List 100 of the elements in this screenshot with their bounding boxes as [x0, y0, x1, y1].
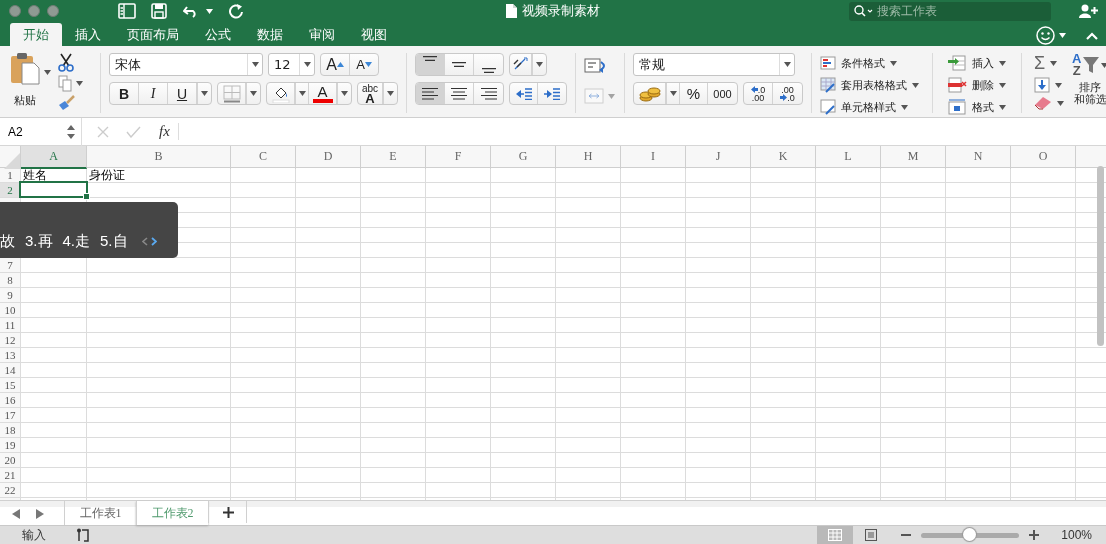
- caret-icon[interactable]: [251, 62, 259, 67]
- caret-icon[interactable]: [669, 91, 677, 96]
- horizontal-align-button[interactable]: [416, 83, 445, 104]
- fill-down-icon[interactable]: [1034, 77, 1050, 93]
- row-header[interactable]: 14: [0, 363, 20, 377]
- redo-icon[interactable]: [229, 3, 244, 19]
- candidate-item[interactable]: 故: [0, 231, 15, 251]
- ribbon-tab[interactable]: 审阅: [296, 23, 348, 46]
- candidate-item[interactable]: 3.再: [25, 231, 53, 251]
- eraser-icon[interactable]: [1034, 96, 1052, 110]
- sheet-tab[interactable]: 工作表2: [136, 501, 208, 525]
- wrap-text-icon[interactable]: [584, 58, 608, 74]
- selected-cell[interactable]: [19, 181, 88, 198]
- ribbon-tab[interactable]: 插入: [62, 23, 114, 46]
- caret-icon[interactable]: [901, 104, 908, 110]
- scroll-right-icon[interactable]: [36, 509, 44, 519]
- caret-icon[interactable]: [783, 62, 791, 67]
- vertical-align-button[interactable]: [416, 54, 445, 75]
- candidate-item[interactable]: 4.走: [62, 231, 91, 251]
- row-header[interactable]: 11: [0, 318, 20, 332]
- sidebar-icon[interactable]: [118, 3, 136, 19]
- font-name-field[interactable]: 宋体: [109, 53, 263, 76]
- caret-icon[interactable]: [890, 60, 897, 66]
- slider-thumb[interactable]: [963, 527, 977, 541]
- shrink-font-button[interactable]: A: [350, 54, 378, 75]
- decrease-decimal-button[interactable]: .00 .0: [773, 83, 802, 104]
- stepper-icon[interactable]: [67, 124, 75, 139]
- row-header[interactable]: 13: [0, 348, 20, 362]
- row-header[interactable]: 17: [0, 408, 20, 422]
- row-header[interactable]: 12: [0, 333, 20, 347]
- increase-decimal-button[interactable]: .0 .00: [744, 83, 773, 104]
- row-header[interactable]: 20: [0, 453, 20, 467]
- merge-cells-icon[interactable]: [584, 88, 604, 104]
- candidate-item[interactable]: 5.自: [100, 231, 128, 251]
- paste-button[interactable]: 粘贴: [8, 53, 42, 111]
- dropdown-arrow[interactable]: [197, 83, 211, 104]
- coins-icon[interactable]: [638, 85, 661, 102]
- font-size-field[interactable]: 12: [268, 53, 315, 76]
- row-header[interactable]: 18: [0, 423, 20, 437]
- row-header[interactable]: 19: [0, 438, 20, 452]
- caret-icon[interactable]: [912, 82, 919, 88]
- ribbon-tab[interactable]: 数据: [244, 23, 296, 46]
- row-header[interactable]: 9: [0, 288, 20, 302]
- scissors-icon[interactable]: [58, 53, 74, 72]
- sort-filter-button[interactable]: A Z 排序 和筛选: [1068, 53, 1106, 113]
- add-sheet-icon[interactable]: [223, 506, 234, 518]
- caret-icon[interactable]: [303, 62, 311, 67]
- row-header[interactable]: 7: [0, 258, 20, 272]
- caret-icon[interactable]: [341, 91, 348, 96]
- name-box[interactable]: A2: [0, 117, 82, 146]
- row-header[interactable]: 10: [0, 303, 20, 317]
- caret-icon[interactable]: [999, 104, 1006, 110]
- caret-icon[interactable]: [76, 81, 83, 86]
- scroll-left-icon[interactable]: [12, 509, 20, 519]
- style-menu-button[interactable]: 单元格样式: [820, 97, 924, 117]
- borders-icon[interactable]: [222, 84, 241, 103]
- row-header[interactable]: 2: [0, 183, 20, 197]
- dropdown-arrow[interactable]: [295, 83, 309, 104]
- cells-menu-button[interactable]: 删除: [947, 75, 1013, 95]
- caret-icon[interactable]: [1050, 61, 1058, 66]
- font-color-button[interactable]: A: [309, 83, 337, 104]
- insert-function-button[interactable]: fx: [159, 123, 179, 140]
- scrollbar-thumb[interactable]: [1097, 166, 1104, 346]
- row-header[interactable]: 22: [0, 483, 20, 497]
- previous-page-icon[interactable]: [141, 236, 148, 246]
- format-painter-icon[interactable]: [58, 95, 76, 111]
- zoom-in-icon[interactable]: [1029, 530, 1040, 540]
- search-field[interactable]: 搜索工作表: [849, 1, 1051, 21]
- cells-menu-button[interactable]: 格式: [947, 97, 1013, 117]
- style-menu-button[interactable]: 套用表格格式: [820, 75, 924, 95]
- caret-icon[interactable]: [298, 91, 306, 96]
- caret-icon[interactable]: [201, 91, 208, 96]
- smiley-icon[interactable]: [1036, 26, 1055, 45]
- caret-icon[interactable]: [999, 82, 1006, 88]
- caret-icon[interactable]: [250, 91, 257, 96]
- phonetic-button[interactable]: abc A: [358, 83, 383, 104]
- caret-icon[interactable]: [44, 70, 51, 75]
- dropdown-arrow[interactable]: [337, 83, 351, 104]
- save-icon[interactable]: [151, 3, 167, 19]
- cells-menu-button[interactable]: 插入: [947, 53, 1013, 73]
- row-header[interactable]: 21: [0, 468, 20, 482]
- italic-button[interactable]: I: [139, 83, 168, 104]
- style-menu-button[interactable]: 条件格式: [820, 53, 924, 73]
- ribbon-tab[interactable]: 页面布局: [114, 23, 192, 46]
- comma-style-button[interactable]: 000: [708, 83, 737, 104]
- dropdown-arrow[interactable]: [246, 83, 260, 104]
- caret-icon[interactable]: [1059, 33, 1066, 38]
- grow-font-button[interactable]: A: [321, 54, 350, 75]
- underline-button[interactable]: U: [168, 83, 197, 104]
- column-header[interactable]: A: [21, 146, 87, 169]
- number-format-field[interactable]: 常规: [633, 53, 795, 76]
- bold-button[interactable]: B: [110, 83, 139, 104]
- dropdown-arrow[interactable]: [383, 83, 397, 104]
- row-header[interactable]: 15: [0, 378, 20, 392]
- row-header[interactable]: 16: [0, 393, 20, 407]
- caret-icon[interactable]: [536, 62, 543, 67]
- collapse-ribbon-icon[interactable]: [1086, 31, 1098, 40]
- macro-record-icon[interactable]: [76, 528, 90, 542]
- autosum-button[interactable]: Σ: [1034, 53, 1068, 74]
- add-person-icon[interactable]: [1079, 4, 1098, 18]
